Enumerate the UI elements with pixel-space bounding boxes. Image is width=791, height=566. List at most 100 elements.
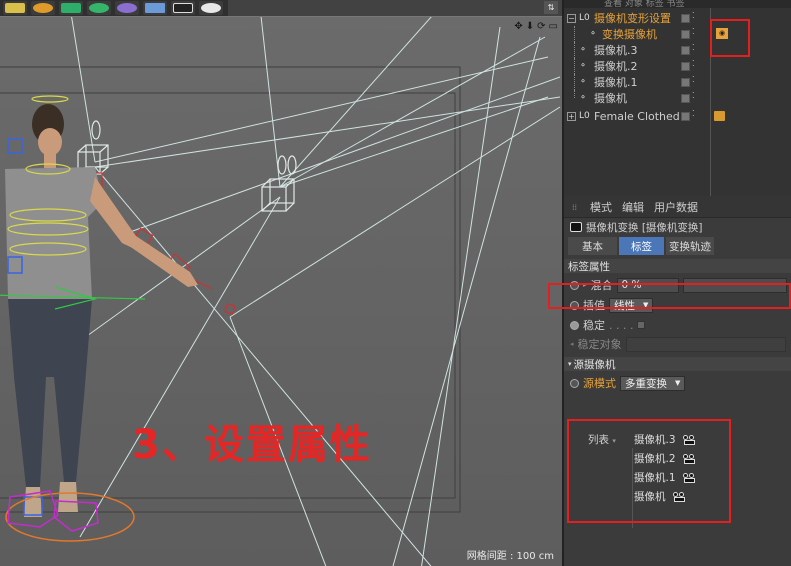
stable-label: 稳定: [583, 319, 605, 332]
expand-icon[interactable]: +: [567, 111, 576, 121]
stable-dots: . . . .: [609, 318, 634, 332]
bend-icon[interactable]: [31, 1, 55, 15]
visibility-toggle[interactable]: [681, 29, 690, 39]
move-view-icon[interactable]: ✥: [514, 21, 522, 32]
object-label: 摄像机.1: [594, 76, 638, 89]
light-icon[interactable]: [199, 1, 223, 15]
viewport-nav: ✥ ⬇ ⟳ ▭: [514, 21, 558, 32]
menu-mode[interactable]: 模式: [590, 199, 612, 215]
render-dots-icon[interactable]: ⁚: [692, 12, 700, 23]
attribute-title-text: 摄像机变换 [摄像机变换]: [586, 221, 703, 234]
visibility-toggle[interactable]: [681, 93, 690, 103]
visibility-toggle[interactable]: [681, 45, 690, 55]
tab-morph-path[interactable]: 变换轨迹: [666, 237, 714, 255]
cloner-icon[interactable]: [87, 1, 111, 15]
source-camera-header: ▾ 源摄像机: [564, 357, 791, 371]
highlight-blend-box: [548, 283, 791, 309]
attribute-menubar: ⁞⁞ 模式 编辑 用户数据: [564, 196, 791, 218]
render-dots-icon[interactable]: ⁚: [692, 76, 700, 87]
tree-line: [574, 90, 575, 98]
annotation-step-label: 3、设置属性: [132, 422, 372, 468]
source-mode-row: 源模式 多重变换 ▼: [564, 373, 791, 393]
object-label: 摄像机: [594, 92, 627, 105]
menu-edit[interactable]: 编辑: [622, 199, 644, 215]
dropdown-arrow-icon: ▼: [675, 379, 681, 387]
3d-viewport[interactable]: ✥ ⬇ ⟳ ▭ 3、设置属性 网格间距 : 100 cm: [0, 16, 562, 566]
visibility-toggle[interactable]: [681, 13, 690, 23]
visibility-toggle[interactable]: [681, 111, 690, 121]
object-label: 变换摄像机: [602, 28, 657, 41]
render-dots-icon[interactable]: ⁚: [692, 60, 700, 71]
source-mode-dropdown[interactable]: 多重变换 ▼: [620, 375, 686, 391]
stable-checkbox[interactable]: [637, 321, 646, 329]
tree-line: [574, 58, 575, 74]
object-row-camera-morph[interactable]: − L0 摄像机变形设置 ⁚: [564, 10, 791, 26]
camera-frustum-lines: [29, 17, 561, 566]
rotate-view-icon[interactable]: ⟳: [537, 21, 545, 32]
tree-line: [574, 26, 575, 42]
object-label: 摄像机.3: [594, 44, 638, 57]
stable-object-label: 稳定对象: [577, 338, 622, 351]
tree-line: [574, 42, 575, 58]
tree-line: [574, 74, 575, 90]
collapse-arrow-icon[interactable]: ▾: [568, 360, 572, 368]
deformer-icon[interactable]: [115, 1, 139, 15]
render-dots-icon[interactable]: ⁚: [692, 110, 700, 121]
collapse-icon[interactable]: −: [567, 13, 576, 23]
object-row-camera-2[interactable]: ⚬ 摄像机.2 ⁚: [564, 58, 791, 74]
viewport-scene: [0, 17, 561, 566]
maximize-icon[interactable]: ▭: [549, 21, 558, 32]
object-row-camera[interactable]: ⚬ 摄像机 ⁚: [564, 90, 791, 106]
camera-object-icon: ⚬: [579, 45, 587, 55]
source-mode-value: 多重变换: [625, 377, 667, 390]
attribute-tabs: 基本 标签 变换轨迹: [564, 236, 791, 256]
tag-properties-header: 标签属性: [564, 259, 791, 273]
tab-tag[interactable]: 标签: [619, 237, 664, 255]
camera-icon[interactable]: [171, 1, 195, 15]
layout-switch-icon[interactable]: ⇅: [544, 1, 558, 14]
object-manager-menubar: 查看 对象 标签 书签: [564, 0, 791, 8]
object-row-female-clothed[interactable]: + L0 Female Clothed ⁚: [564, 108, 791, 124]
stable-row: 稳定 . . . .: [564, 315, 791, 335]
stable-object-row: ◂ 稳定对象: [564, 335, 791, 353]
array-icon[interactable]: [59, 1, 83, 15]
object-menu-fragments[interactable]: 查看 对象 标签 书签: [604, 0, 685, 8]
grid-spacing-status: 网格间距 : 100 cm: [466, 551, 554, 562]
main-toolbar: [0, 0, 228, 16]
floor-icon[interactable]: [143, 1, 167, 15]
stable-object-icon: ◂: [570, 340, 574, 348]
object-row-camera-3[interactable]: ⚬ 摄像机.3 ⁚: [564, 42, 791, 58]
object-label: Female Clothed: [594, 109, 680, 123]
stable-animate-toggle[interactable]: [570, 320, 579, 330]
null-object-icon: L0: [579, 13, 590, 23]
highlight-list-box: [567, 419, 731, 523]
object-row-camera-1[interactable]: ⚬ 摄像机.1 ⁚: [564, 74, 791, 90]
toolbar-spacer: ⇅: [228, 0, 562, 16]
grip-icon: ⁞⁞: [572, 202, 578, 212]
rig-controls: [85, 172, 236, 315]
highlight-tag-box: [710, 19, 750, 57]
material-tag-icon[interactable]: [714, 111, 725, 121]
object-manager: 查看 对象 标签 书签 − L0 摄像机变形设置 ⁚ ⚬ 变换摄像机 ⁚ ◉ ⚬…: [562, 0, 791, 196]
object-label: 摄像机.2: [594, 60, 638, 73]
cube-icon[interactable]: [3, 1, 27, 15]
dolly-icon[interactable]: ⬇: [526, 21, 534, 32]
camera-object-icon: ⚬: [579, 93, 587, 103]
menu-user-data[interactable]: 用户数据: [654, 199, 698, 215]
render-dots-icon[interactable]: ⁚: [692, 28, 700, 39]
visibility-toggle[interactable]: [681, 77, 690, 87]
source-mode-label: 源模式: [583, 377, 616, 390]
render-dots-icon[interactable]: ⁚: [692, 44, 700, 55]
camera-object-icon: ⚬: [579, 61, 587, 71]
visibility-toggle[interactable]: [681, 61, 690, 71]
render-dots-icon[interactable]: ⁚: [692, 92, 700, 103]
camera-object-icon: ⚬: [579, 77, 587, 87]
null-object-icon: L0: [579, 111, 590, 121]
source-mode-animate-toggle[interactable]: [570, 378, 579, 388]
tab-basic[interactable]: 基本: [568, 237, 617, 255]
object-row-morph-camera[interactable]: ⚬ 变换摄像机 ⁚ ◉: [564, 26, 791, 42]
attribute-title: 摄像机变换 [摄像机变换]: [564, 218, 791, 236]
stable-object-field[interactable]: [625, 336, 786, 352]
object-label: 摄像机变形设置: [594, 12, 671, 25]
camera-morph-icon: [570, 222, 582, 232]
